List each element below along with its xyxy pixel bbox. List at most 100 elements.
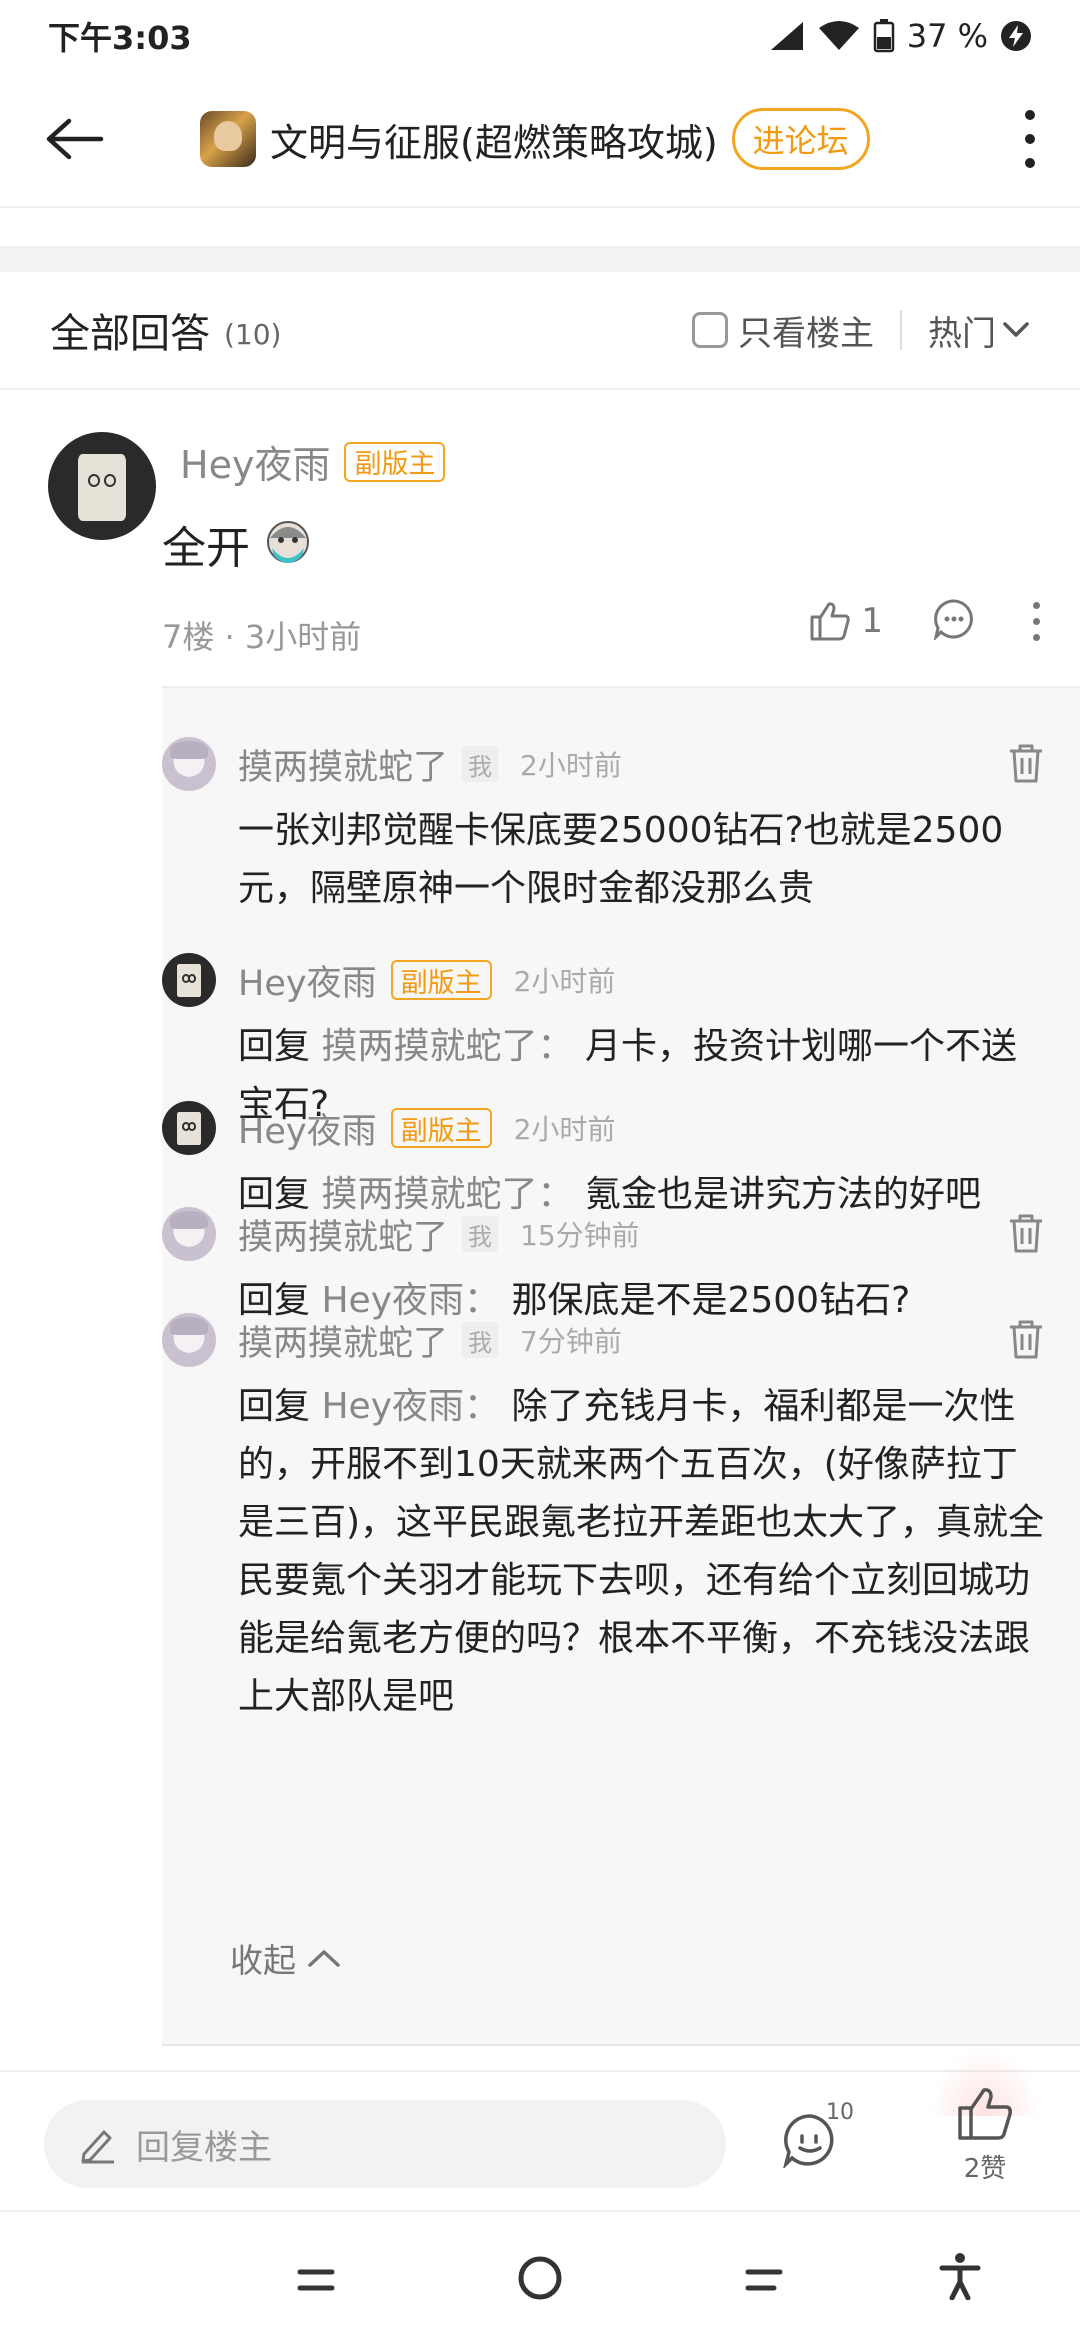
like-post-button[interactable]: 2赞 — [930, 2046, 1040, 2185]
reply-head: Hey夜雨 副版主 2小时前 — [162, 952, 615, 1008]
delete-button[interactable] — [1006, 1318, 1046, 1364]
back-button[interactable] — [0, 71, 150, 207]
delete-button[interactable] — [1006, 1212, 1046, 1258]
signal-icon — [770, 22, 803, 50]
reply-time: 7分钟前 — [520, 1325, 622, 1358]
reply-prefix: 回复 — [238, 1026, 311, 1067]
me-tag: 我 — [462, 1322, 499, 1358]
game-icon[interactable] — [200, 111, 256, 167]
accessibility-button[interactable] — [938, 2252, 982, 2304]
divider — [162, 2044, 1080, 2046]
avatar[interactable] — [162, 1313, 216, 1367]
moderator-badge: 副版主 — [390, 960, 492, 1000]
comment-icon — [933, 599, 973, 642]
avatar[interactable] — [162, 1207, 216, 1261]
reply-username[interactable]: 摸两摸就蛇了 — [238, 1209, 448, 1260]
avatar[interactable] — [162, 737, 216, 791]
post-text: 全开 — [162, 523, 250, 574]
collapse-button[interactable]: 收起 — [230, 1934, 342, 1982]
reply-button[interactable] — [933, 598, 975, 644]
masked-face-emoji-icon — [267, 521, 309, 563]
charging-icon — [1001, 21, 1031, 51]
section-separator — [0, 246, 1080, 272]
replies-panel: 摸两摸就蛇了 我 2小时前 一张刘邦觉醒卡保底要25000钻石?也就是2500元… — [162, 686, 1080, 2046]
thumbs-up-icon — [810, 602, 851, 641]
post-username[interactable]: Hey夜雨 — [180, 434, 330, 489]
collapse-label: 收起 — [230, 1941, 296, 1980]
sort-dropdown[interactable]: 热门 — [928, 306, 996, 355]
filter-controls: 只看楼主 热门 — [692, 306, 1030, 355]
back-arrow-icon — [46, 118, 104, 160]
avatar[interactable] — [48, 432, 156, 540]
reply-username[interactable]: 摸两摸就蛇了 — [238, 739, 448, 790]
home-button[interactable] — [516, 2254, 564, 2306]
reply-target-user[interactable]: Hey夜雨 — [321, 1386, 464, 1427]
reply-head: Hey夜雨 副版主 2小时前 — [162, 1100, 615, 1156]
reply-head: 摸两摸就蛇了 我 2小时前 — [162, 736, 622, 792]
pencil-icon — [81, 2130, 114, 2164]
reply-head: 摸两摸就蛇了 我 15分钟前 — [162, 1206, 640, 1262]
answers-header: 全部回答 (10) 只看楼主 热门 — [0, 272, 1080, 390]
status-time: 下午3:03 — [48, 19, 192, 57]
back-nav-button[interactable] — [744, 2266, 784, 2298]
reply-colon: ： — [464, 1386, 501, 1427]
reply-username[interactable]: 摸两摸就蛇了 — [238, 1315, 448, 1366]
reply-text: 氪金也是讲究方法的好吧 — [584, 1174, 981, 1215]
status-bar: 下午3:03 37 % — [0, 0, 1080, 72]
enter-forum-button[interactable]: 进论坛 — [731, 108, 870, 170]
bottom-bar: 回复楼主 10 2赞 — [0, 2046, 1080, 2210]
post-actions: 1 — [809, 598, 1040, 644]
battery-icon — [873, 19, 894, 53]
moderator-badge: 副版主 — [390, 1108, 492, 1148]
menu-lines-icon — [297, 2269, 335, 2291]
reply-username[interactable]: Hey夜雨 — [238, 955, 377, 1006]
post-more-button[interactable] — [1033, 601, 1040, 641]
menu-button[interactable] — [296, 2266, 336, 2298]
page-title: 文明与征服(超燃策略攻城) — [270, 120, 718, 165]
me-tag: 我 — [462, 1216, 499, 1252]
reply-text-block: 回复 Hey夜雨： 除了充钱月卡，福利都是一次性的，开服不到10天就来两个五百次… — [238, 1378, 1048, 1726]
likes-label: 2赞 — [963, 2154, 1007, 2184]
more-options-button[interactable] — [980, 71, 1080, 207]
answers-count: (10) — [224, 317, 282, 351]
post-content: 全开 — [162, 512, 314, 576]
reply-target-user[interactable]: 摸两摸就蛇了 — [321, 1026, 537, 1067]
reply-input[interactable]: 回复楼主 — [44, 2100, 726, 2188]
post-user-row: Hey夜雨 副版主 — [180, 434, 446, 489]
dot-icon — [1033, 617, 1040, 625]
avatar[interactable] — [162, 953, 216, 1007]
comments-button[interactable]: 10 — [782, 2100, 854, 2172]
reply-time: 2小时前 — [513, 1113, 616, 1146]
reply-text: 除了充钱月卡，福利都是一次性的，开服不到10天就来两个五百次，(好像萨拉丁是三百… — [238, 1386, 1045, 1717]
wifi-icon — [818, 21, 859, 50]
trash-icon — [1010, 1214, 1042, 1253]
post-meta: 7楼 · 3小时前 — [162, 618, 362, 656]
reply-placeholder: 回复楼主 — [136, 2127, 272, 2168]
reply-prefix: 回复 — [238, 1386, 311, 1427]
divider — [900, 310, 902, 350]
avatar[interactable] — [162, 1101, 216, 1155]
dot-icon — [1033, 633, 1040, 641]
dot-icon — [1025, 158, 1035, 168]
chevron-down-icon[interactable] — [1002, 320, 1030, 340]
thumbs-up-icon — [958, 2088, 1012, 2140]
accessibility-icon — [939, 2253, 981, 2301]
back-lines-icon — [745, 2269, 783, 2291]
reply-head: 摸两摸就蛇了 我 7分钟前 — [162, 1312, 622, 1368]
trash-icon — [1010, 1320, 1042, 1359]
like-button[interactable]: 1 — [809, 601, 883, 641]
chevron-up-icon — [308, 1950, 340, 1967]
home-circle-icon — [518, 2256, 562, 2300]
reply-text: 一张刘邦觉醒卡保底要25000钻石?也就是2500元，隔壁原神一个限时金都没那么… — [238, 810, 1004, 909]
reply-time: 2小时前 — [520, 749, 622, 782]
comments-count: 10 — [826, 2100, 854, 2125]
moderator-badge: 副版主 — [344, 441, 446, 482]
me-tag: 我 — [462, 746, 499, 782]
only-owner-label[interactable]: 只看楼主 — [738, 306, 874, 355]
answers-title: 全部回答 — [50, 311, 210, 357]
dot-icon — [1033, 601, 1040, 609]
delete-button[interactable] — [1006, 742, 1046, 788]
reply-username[interactable]: Hey夜雨 — [238, 1103, 377, 1154]
only-owner-checkbox[interactable] — [692, 312, 728, 348]
reply-time: 2小时前 — [513, 965, 616, 998]
